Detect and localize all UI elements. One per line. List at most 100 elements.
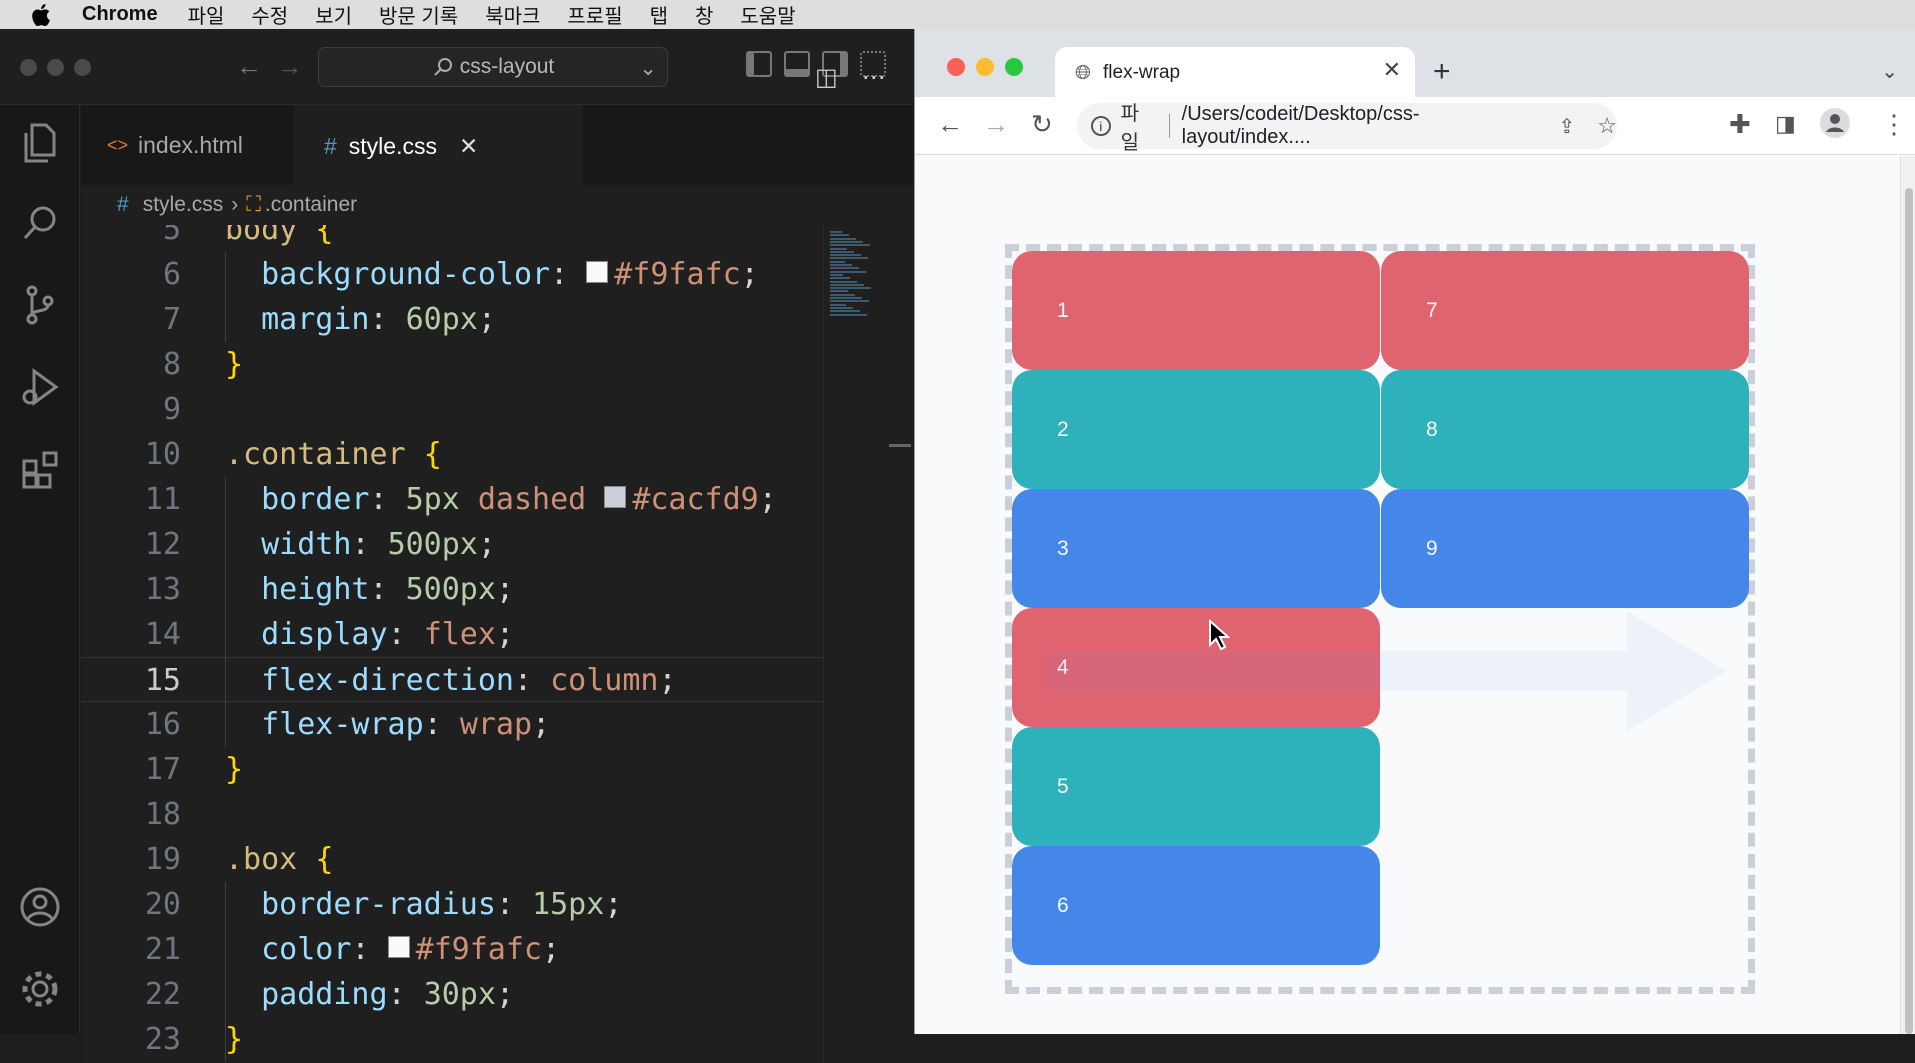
window-close-button[interactable] <box>20 59 37 76</box>
tab-index-html[interactable]: <> index.html <box>81 105 293 185</box>
breadcrumb: # style.css › ⛶ .container <box>81 185 913 225</box>
back-arrow-icon[interactable]: ← <box>937 109 963 140</box>
minimap-line <box>830 280 857 283</box>
info-icon[interactable]: i <box>1091 116 1111 136</box>
code-text: } <box>225 747 243 792</box>
split-editor-icon[interactable]: ◫ <box>815 63 838 92</box>
tab-search-chevron-icon[interactable]: ⌄ <box>1881 59 1898 84</box>
code-line[interactable]: 22 padding: 30px; <box>81 972 823 1017</box>
symbol-selector-icon: ⛶ <box>246 193 261 216</box>
code-line[interactable]: 8} <box>81 342 823 387</box>
apple-icon[interactable] <box>0 3 82 26</box>
indent-guide <box>225 882 226 1062</box>
profile-avatar-icon[interactable] <box>1819 107 1851 146</box>
code-line[interactable]: 13 height: 500px; <box>81 567 823 612</box>
code-line[interactable]: 6 background-color: #f9fafc; <box>81 252 823 297</box>
code-token: 30px <box>423 977 496 1012</box>
drag-ghost-arrow-icon <box>1047 611 1727 731</box>
line-number: 9 <box>162 392 181 427</box>
color-swatch[interactable] <box>387 935 410 958</box>
back-arrow-icon[interactable]: ← <box>236 51 262 81</box>
code-token: ; <box>740 257 759 292</box>
forward-arrow-icon[interactable]: → <box>983 109 1009 140</box>
flex-box-8: 8 <box>1381 370 1749 489</box>
menu-bookmarks[interactable]: 북마크 <box>485 0 540 29</box>
code-line[interactable]: 23} <box>81 1017 823 1062</box>
tab-label: style.css <box>348 132 437 159</box>
code-text: height: 500px; <box>225 567 514 612</box>
code-line[interactable]: 21 color: #f9fafc; <box>81 927 823 972</box>
code-line[interactable]: 20 border-radius: 15px; <box>81 882 823 927</box>
browser-tab[interactable]: 🌐︎ flex-wrap ✕ <box>1055 47 1415 99</box>
menu-help[interactable]: 도움말 <box>740 0 795 29</box>
menu-view[interactable]: 보기 <box>315 0 352 29</box>
code-line[interactable]: 12 width: 500px; <box>81 522 823 567</box>
url-text[interactable]: /Users/codeit/Desktop/css-layout/index..… <box>1182 103 1541 149</box>
menu-profiles[interactable]: 프로필 <box>567 0 622 29</box>
source-control-icon[interactable] <box>0 283 80 327</box>
divider <box>1168 114 1170 138</box>
code-token: #cacfd9 <box>632 482 759 517</box>
code-line[interactable]: 11 border: 5px dashed #cacfd9; <box>81 477 823 522</box>
color-swatch[interactable] <box>586 260 609 283</box>
code-line[interactable]: 5 body { <box>81 225 823 252</box>
menu-window[interactable]: 창 <box>695 0 713 29</box>
accounts-icon[interactable] <box>0 885 80 929</box>
extensions-puzzle-icon[interactable]: ✚ <box>1729 109 1751 140</box>
side-panel-icon[interactable]: ◨ <box>1775 111 1796 137</box>
tab-style-css[interactable]: # style.css ✕ <box>294 105 583 185</box>
code-line[interactable]: 16 flex-wrap: wrap; <box>81 702 823 747</box>
address-bar[interactable]: i 파일 /Users/codeit/Desktop/css-layout/in… <box>1077 103 1617 154</box>
code-line[interactable]: 14 display: flex; <box>81 612 823 657</box>
close-tab-icon[interactable]: ✕ <box>459 133 478 160</box>
code-text: } <box>225 1017 243 1062</box>
window-minimize-button[interactable] <box>976 58 994 76</box>
code-line[interactable]: 15 flex-direction: column; <box>81 657 823 702</box>
code-line[interactable]: 10 .container { <box>81 432 823 477</box>
code-token: 15px <box>532 887 605 922</box>
more-actions-icon[interactable]: ⋯ <box>862 63 886 92</box>
run-debug-icon[interactable] <box>0 365 80 409</box>
close-tab-icon[interactable]: ✕ <box>1383 57 1401 83</box>
menu-app-name[interactable]: Chrome <box>82 3 158 26</box>
chevron-down-icon[interactable]: ⌄ <box>639 56 657 81</box>
settings-gear-icon[interactable] <box>0 967 80 1011</box>
extensions-icon[interactable] <box>0 447 80 491</box>
breadcrumb-file[interactable]: style.css <box>143 193 224 217</box>
explorer-icon[interactable] <box>0 121 80 165</box>
editor-scrollbar[interactable] <box>889 225 913 1063</box>
code-line[interactable]: 19 .box { <box>81 837 823 882</box>
chrome-menu-icon[interactable]: ⋮ <box>1881 109 1907 140</box>
toggle-primary-sidebar-icon[interactable] <box>746 51 772 77</box>
share-icon[interactable]: ⇪ <box>1559 114 1576 139</box>
breadcrumb-symbol[interactable]: .container <box>265 193 357 217</box>
code-line[interactable]: 9 <box>81 387 823 432</box>
code-token: ; <box>477 302 496 337</box>
menu-edit[interactable]: 수정 <box>251 0 288 29</box>
code-line[interactable]: 17} <box>81 747 823 792</box>
code-editor[interactable]: 5 body {6 background-color: #f9fafc; 7 mar… <box>81 225 823 1063</box>
minimap-line <box>830 231 842 233</box>
menu-file[interactable]: 파일 <box>188 0 225 29</box>
bookmark-star-icon[interactable]: ☆ <box>1597 113 1617 139</box>
window-zoom-button[interactable] <box>74 59 91 76</box>
new-tab-button[interactable]: + <box>1433 55 1451 89</box>
menu-tab[interactable]: 탭 <box>650 0 668 29</box>
window-zoom-button[interactable] <box>1005 58 1023 76</box>
reload-icon[interactable]: ↻ <box>1031 109 1053 140</box>
code-line[interactable]: 18 <box>81 792 823 837</box>
color-swatch[interactable] <box>604 485 627 508</box>
command-center-search[interactable]: css-layout ⌄ <box>318 47 668 87</box>
window-minimize-button[interactable] <box>47 59 64 76</box>
line-number: 7 <box>162 302 181 337</box>
forward-arrow-icon[interactable]: → <box>276 51 302 81</box>
window-close-button[interactable] <box>947 58 965 76</box>
minimap[interactable] <box>823 225 889 1063</box>
code-text: flex-wrap: wrap; <box>225 702 550 747</box>
page-scrollbar[interactable] <box>1900 156 1915 1034</box>
menu-history[interactable]: 방문 기록 <box>379 0 458 29</box>
search-icon[interactable] <box>0 201 80 245</box>
code-line[interactable]: 7 margin: 60px; <box>81 297 823 342</box>
css-file-icon: # <box>117 193 129 216</box>
toggle-panel-icon[interactable] <box>784 51 810 77</box>
